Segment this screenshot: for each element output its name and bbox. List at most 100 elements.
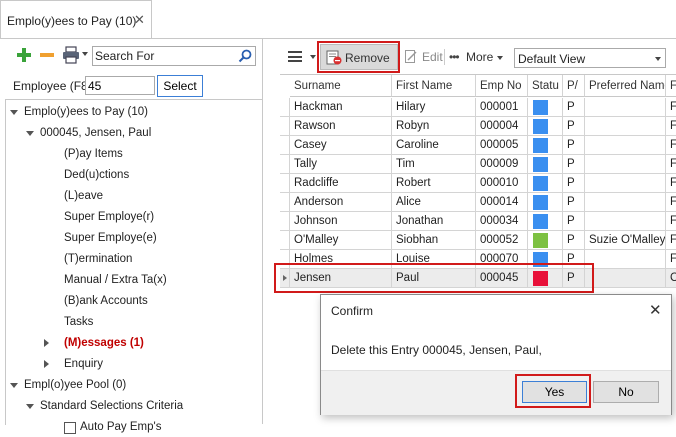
view-select[interactable]: Default View <box>514 48 666 68</box>
table-row[interactable]: JohnsonJonathan000034 P F <box>280 212 676 231</box>
column-header[interactable]: P/ <box>563 75 585 97</box>
tree-item[interactable]: Emplo(y)ees to Pay (10) <box>24 102 148 122</box>
status-cell[interactable] <box>528 136 563 155</box>
table-row[interactable]: RawsonRobyn000004 P F <box>280 117 676 136</box>
table-cell[interactable]: 000034 <box>476 212 528 231</box>
table-cell[interactable]: Hackman <box>290 98 392 117</box>
status-cell[interactable] <box>528 174 563 193</box>
table-cell[interactable]: 000005 <box>476 136 528 155</box>
tree-item[interactable]: Standard Selections Criteria <box>40 396 183 416</box>
table-cell[interactable]: Siobhan <box>392 231 476 250</box>
employee-number-field[interactable] <box>85 76 155 95</box>
row-indicator[interactable] <box>280 174 290 193</box>
table-cell[interactable]: 000052 <box>476 231 528 250</box>
chevron-down-icon[interactable] <box>26 131 34 136</box>
chevron-right-icon[interactable] <box>44 360 49 368</box>
table-cell[interactable]: Jonathan <box>392 212 476 231</box>
tree-item[interactable]: (M)essages (1) <box>64 333 144 353</box>
table-cell[interactable]: Robyn <box>392 117 476 136</box>
table-cell[interactable]: P <box>563 136 585 155</box>
close-icon[interactable]: ✕ <box>134 12 145 28</box>
search-input[interactable] <box>95 48 235 64</box>
table-cell[interactable]: P <box>563 193 585 212</box>
table-cell[interactable] <box>585 136 666 155</box>
chevron-down-icon[interactable] <box>10 383 18 388</box>
table-cell[interactable]: Radcliffe <box>290 174 392 193</box>
tree-item[interactable]: Empl(o)yee Pool (0) <box>24 375 126 395</box>
table-cell[interactable]: P <box>563 174 585 193</box>
table-row[interactable]: AndersonAlice000014 P F <box>280 193 676 212</box>
column-header[interactable]: Statu <box>528 75 563 97</box>
table-cell[interactable]: P <box>563 117 585 136</box>
table-cell[interactable] <box>585 174 666 193</box>
table-cell[interactable] <box>585 212 666 231</box>
tree-item[interactable]: Auto Pay Emp's <box>80 417 161 437</box>
table-cell[interactable] <box>585 117 666 136</box>
table-cell[interactable]: F <box>666 250 676 269</box>
status-cell[interactable] <box>528 155 563 174</box>
row-indicator[interactable] <box>280 136 290 155</box>
chevron-down-icon[interactable] <box>26 404 34 409</box>
tree-item[interactable]: 000045, Jensen, Paul <box>40 123 151 143</box>
status-cell[interactable] <box>528 212 563 231</box>
table-row[interactable]: CaseyCaroline000005 P F <box>280 136 676 155</box>
row-indicator[interactable] <box>280 117 290 136</box>
tree-item[interactable]: Super Employe(e) <box>64 228 157 248</box>
tab-employees-to-pay[interactable]: Emplo(y)ees to Pay (10) ✕ <box>0 0 152 38</box>
tree-item[interactable]: Enquiry <box>64 354 103 374</box>
table-cell[interactable]: Casey <box>290 136 392 155</box>
table-cell[interactable]: Rawson <box>290 117 392 136</box>
tree-item[interactable]: Tasks <box>64 312 93 332</box>
column-header[interactable]: First Name <box>392 75 476 97</box>
tree-item[interactable]: Manual / Extra Ta(x) <box>64 270 167 290</box>
column-header[interactable]: Surname <box>290 75 392 97</box>
table-cell[interactable]: F <box>666 117 676 136</box>
table-cell[interactable]: Hilary <box>392 98 476 117</box>
tree-item[interactable]: Super Employe(r) <box>64 207 154 227</box>
table-cell[interactable] <box>585 269 666 288</box>
column-header[interactable]: Emp No <box>476 75 528 97</box>
status-cell[interactable] <box>528 98 563 117</box>
table-row[interactable]: O'MalleySiobhan000052 PSuzie O'MalleyF <box>280 231 676 250</box>
chevron-down-icon[interactable] <box>10 110 18 115</box>
table-cell[interactable]: 000010 <box>476 174 528 193</box>
table-cell[interactable]: Anderson <box>290 193 392 212</box>
table-cell[interactable]: Robert <box>392 174 476 193</box>
table-cell[interactable]: P <box>563 98 585 117</box>
table-row[interactable]: TallyTim000009 P F <box>280 155 676 174</box>
search-icon[interactable] <box>238 49 252 63</box>
table-cell[interactable] <box>585 193 666 212</box>
printer-icon[interactable] <box>62 46 80 64</box>
close-icon[interactable]: ✕ <box>649 301 662 319</box>
row-indicator[interactable] <box>280 231 290 250</box>
chevron-right-icon[interactable] <box>44 339 49 347</box>
table-row[interactable]: RadcliffeRobert000010 P F <box>280 174 676 193</box>
table-cell[interactable]: 000009 <box>476 155 528 174</box>
table-cell[interactable]: 000014 <box>476 193 528 212</box>
table-cell[interactable]: P <box>563 212 585 231</box>
table-cell[interactable] <box>585 155 666 174</box>
table-cell[interactable]: F <box>666 155 676 174</box>
tree-item[interactable]: Ded(u)ctions <box>64 165 129 185</box>
table-cell[interactable] <box>585 250 666 269</box>
table-row[interactable]: HackmanHilary000001 P F <box>280 98 676 117</box>
table-cell[interactable]: Caroline <box>392 136 476 155</box>
table-cell[interactable]: P <box>563 155 585 174</box>
table-cell[interactable] <box>585 98 666 117</box>
row-indicator[interactable] <box>280 212 290 231</box>
no-button[interactable]: No <box>593 381 659 403</box>
menu-icon[interactable] <box>288 51 302 62</box>
table-cell[interactable]: O'Malley <box>290 231 392 250</box>
table-cell[interactable]: Alice <box>392 193 476 212</box>
table-cell[interactable]: F <box>666 212 676 231</box>
chevron-down-icon[interactable] <box>82 52 88 56</box>
more-button[interactable]: ••• More <box>446 44 508 70</box>
edit-button[interactable]: Edit <box>398 44 446 70</box>
select-button[interactable]: Select <box>157 75 203 97</box>
table-cell[interactable]: F <box>666 193 676 212</box>
table-cell[interactable]: F <box>666 98 676 117</box>
table-cell[interactable]: F <box>666 174 676 193</box>
row-indicator[interactable] <box>280 155 290 174</box>
status-cell[interactable] <box>528 117 563 136</box>
row-indicator[interactable] <box>280 193 290 212</box>
